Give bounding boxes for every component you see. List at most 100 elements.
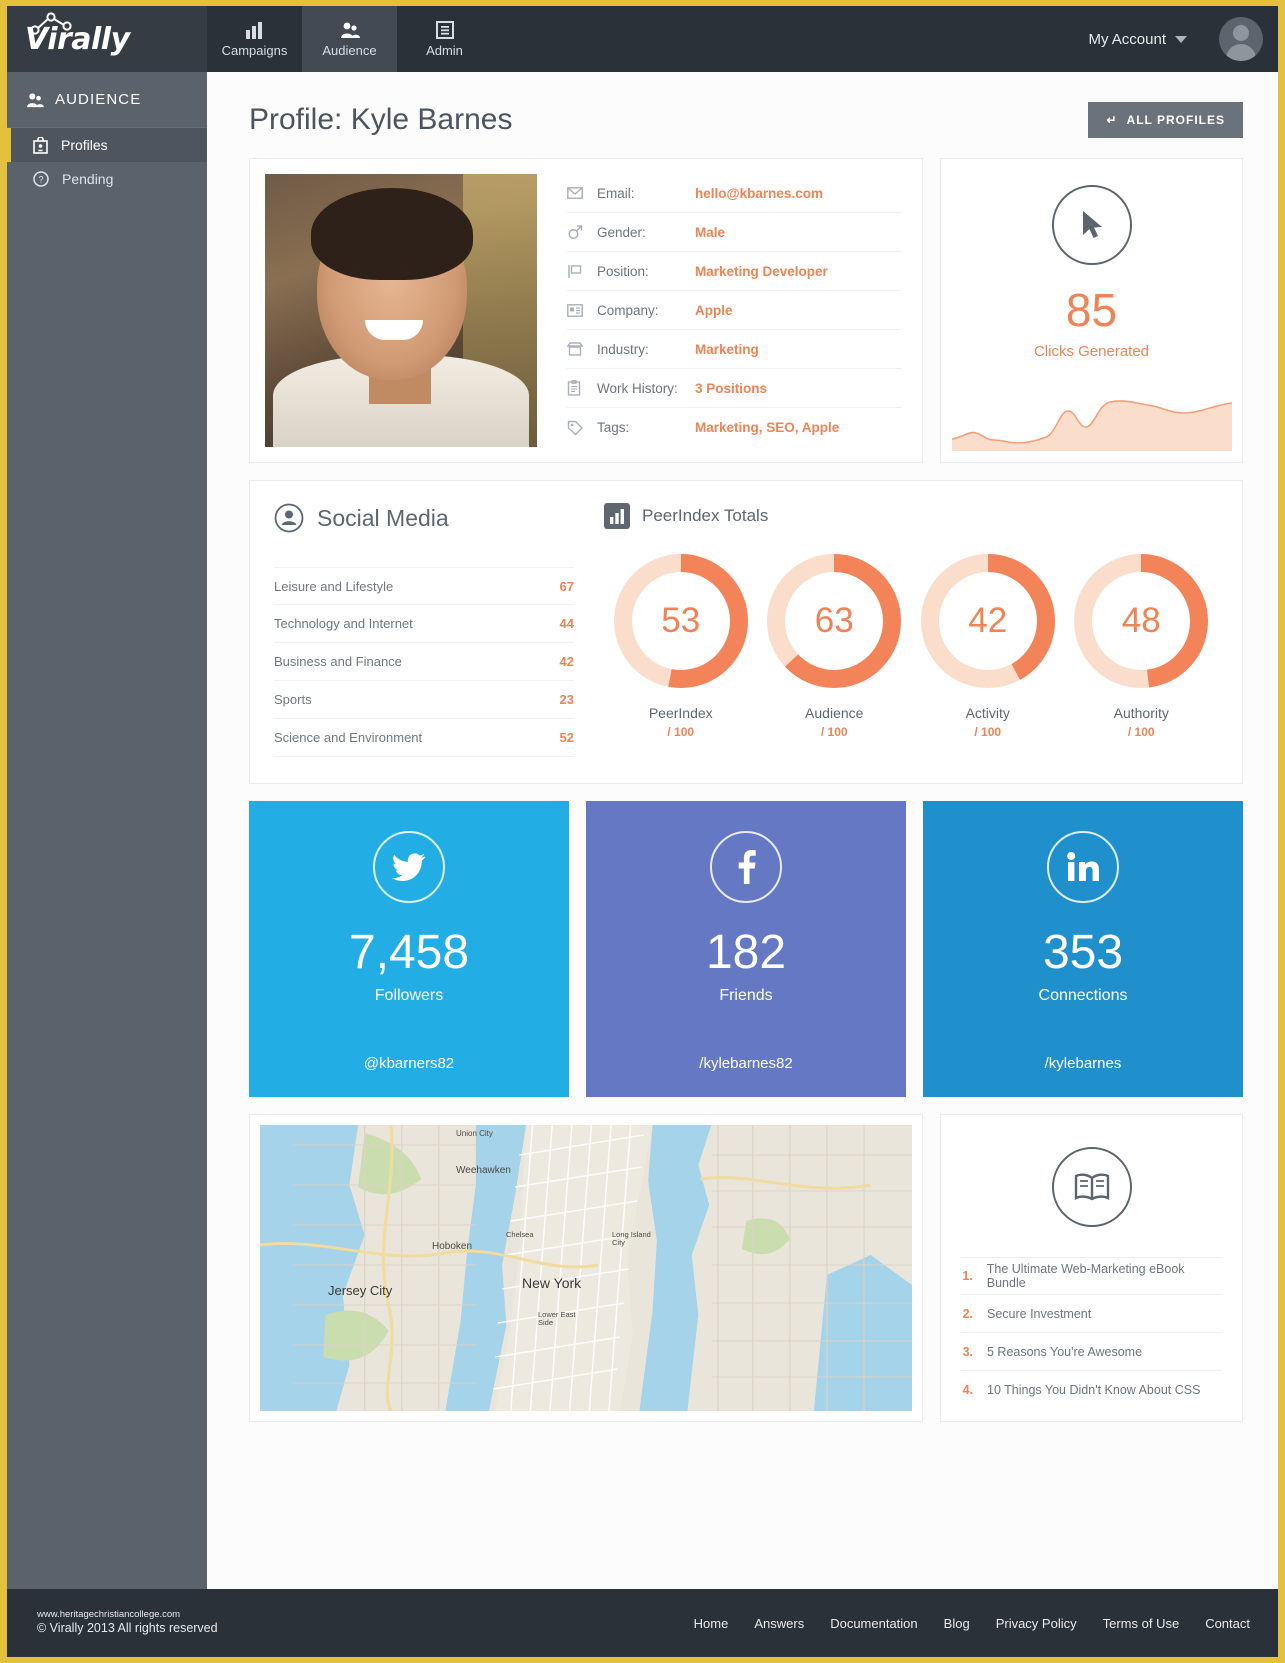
sidebar-item-pending[interactable]: ? Pending xyxy=(7,162,207,196)
donut-denominator: / 100 xyxy=(1127,725,1155,739)
list-item-label: Sports xyxy=(274,692,312,707)
logo[interactable]: Virally xyxy=(7,6,207,72)
peerindex-title: PeerIndex Totals xyxy=(604,503,1218,529)
account-menu[interactable]: My Account xyxy=(1088,6,1203,72)
tile-facebook[interactable]: 182 Friends /kylebarnes82 xyxy=(586,801,906,1097)
detail-row-company: Company: Apple xyxy=(567,291,901,330)
footer-link-documentation[interactable]: Documentation xyxy=(830,1616,917,1631)
list-item[interactable]: Business and Finance 42 xyxy=(274,643,574,681)
footer-link-answers[interactable]: Answers xyxy=(754,1616,804,1631)
peerindex-panel: PeerIndex Totals 53 PeerIndex / 100 63 A… xyxy=(574,503,1218,757)
donut-chart: 42 xyxy=(920,553,1056,689)
map-label: Hoboken xyxy=(432,1241,473,1252)
footer-link-contact[interactable]: Contact xyxy=(1205,1616,1250,1631)
detail-label: Gender: xyxy=(597,224,646,240)
twitter-icon xyxy=(373,831,445,903)
detail-label: Industry: xyxy=(597,341,649,357)
nav-tab-label: Campaigns xyxy=(221,43,288,58)
donut-label: Activity xyxy=(965,705,1010,721)
row-social-tiles: 7,458 Followers @kbarners82 182 Friends … xyxy=(249,801,1243,1097)
nav-tab-label: Admin xyxy=(426,43,463,58)
footer-link-home[interactable]: Home xyxy=(694,1616,729,1631)
list-item[interactable]: 1. The Ultimate Web-Marketing eBook Bund… xyxy=(961,1257,1222,1295)
tile-number: 7,458 xyxy=(348,926,470,979)
sidebar-heading-label: AUDIENCE xyxy=(55,91,142,108)
list-item-label: The Ultimate Web-Marketing eBook Bundle xyxy=(986,1262,1185,1290)
footer-link-blog[interactable]: Blog xyxy=(944,1616,970,1631)
list-item[interactable]: Science and Environment 52 xyxy=(274,719,574,757)
svg-text:?: ? xyxy=(38,175,43,185)
donut-denominator: / 100 xyxy=(667,725,695,739)
detail-value[interactable]: Male xyxy=(695,225,725,240)
facebook-icon xyxy=(710,831,782,903)
detail-label: Tags: xyxy=(597,420,630,435)
donut-label: Authority xyxy=(1113,705,1169,721)
map-label: New York xyxy=(522,1275,582,1291)
footer: www.heritagechristiancollege.com © Viral… xyxy=(7,1589,1278,1657)
list-item[interactable]: 2. Secure Investment xyxy=(961,1295,1222,1333)
profile-card: Email: hello@kbarnes.com Gender: Male Po… xyxy=(249,158,923,463)
top-navigation: Virally Campaigns Audience Admin My Acco… xyxy=(7,6,1278,72)
footer-copyright: www.heritagechristiancollege.com © Viral… xyxy=(37,1609,218,1637)
app-frame: Virally Campaigns Audience Admin My Acco… xyxy=(7,6,1278,1657)
account-label: My Account xyxy=(1088,30,1166,48)
social-media-list: Leisure and Lifestyle 67 Technology and … xyxy=(274,567,574,757)
tile-handle[interactable]: @kbarners82 xyxy=(249,1055,569,1072)
list-item[interactable]: 4. 10 Things You Didn't Know About CSS xyxy=(961,1371,1222,1409)
donut-chart: 63 xyxy=(766,553,902,689)
question-icon: ? xyxy=(33,171,49,187)
detail-value[interactable]: Marketing Developer xyxy=(695,264,828,279)
social-icon xyxy=(274,503,304,533)
donut-authority: 48 Authority / 100 xyxy=(1065,553,1217,739)
list-item[interactable]: Sports 23 xyxy=(274,681,574,719)
list-item[interactable]: 3. 5 Reasons You're Awesome xyxy=(961,1333,1222,1371)
flag-icon xyxy=(567,264,597,279)
detail-value[interactable]: 3 Positions xyxy=(695,381,767,396)
footer-link-terms[interactable]: Terms of Use xyxy=(1103,1616,1180,1631)
id-card-icon xyxy=(567,303,597,317)
list-item-label: Technology and Internet xyxy=(274,616,413,631)
list-item-label: Business and Finance xyxy=(274,654,402,669)
page-header: Profile: Kyle Barnes ↵ ALL PROFILES xyxy=(207,72,1278,138)
detail-value[interactable]: Marketing, SEO, Apple xyxy=(695,420,839,435)
avatar-container[interactable] xyxy=(1203,6,1278,72)
list-icon xyxy=(435,20,454,39)
map-label: Chelsea xyxy=(506,1230,534,1239)
tile-twitter[interactable]: 7,458 Followers @kbarners82 xyxy=(249,801,569,1097)
nav-tab-audience[interactable]: Audience xyxy=(302,6,397,72)
tile-number: 353 xyxy=(1042,926,1124,979)
list-item-number: 3. xyxy=(962,1344,973,1359)
donut-chart: 48 xyxy=(1073,553,1209,689)
list-item-value: 44 xyxy=(559,616,574,631)
peerindex-title-label: PeerIndex Totals xyxy=(642,506,769,525)
list-item-label: Secure Investment xyxy=(987,1306,1092,1321)
all-profiles-button[interactable]: ↵ ALL PROFILES xyxy=(1088,102,1243,138)
tile-handle[interactable]: /kylebarnes xyxy=(923,1055,1243,1072)
sidebar-item-profiles[interactable]: Profiles xyxy=(7,128,207,162)
list-item-value: 52 xyxy=(559,730,574,745)
profile-photo xyxy=(265,174,537,447)
detail-value[interactable]: Apple xyxy=(695,303,733,318)
tile-handle[interactable]: /kylebarnes82 xyxy=(586,1055,906,1072)
list-item-label: 10 Things You Didn't Know About CSS xyxy=(987,1383,1201,1397)
list-item-value: 67 xyxy=(559,578,574,594)
nav-tab-admin[interactable]: Admin xyxy=(397,6,492,72)
sidebar-item-label: Profiles xyxy=(61,137,108,153)
footer-url: www.heritagechristiancollege.com xyxy=(37,1609,181,1621)
male-icon xyxy=(567,224,597,240)
clipboard-icon xyxy=(567,380,597,396)
page-title: Profile: Kyle Barnes xyxy=(249,103,513,136)
tile-label: Friends xyxy=(719,987,773,1004)
list-item[interactable]: Leisure and Lifestyle 67 xyxy=(274,567,574,605)
list-item[interactable]: Technology and Internet 44 xyxy=(274,605,574,643)
footer-link-privacy[interactable]: Privacy Policy xyxy=(996,1616,1077,1631)
tile-linkedin[interactable]: 353 Connections /kylebarnes xyxy=(923,801,1243,1097)
row-social-peerindex: Social Media Leisure and Lifestyle 67 Te… xyxy=(249,480,1243,784)
detail-value[interactable]: hello@kbarnes.com xyxy=(695,186,823,201)
nav-tab-campaigns[interactable]: Campaigns xyxy=(207,6,302,72)
detail-value[interactable]: Marketing xyxy=(695,342,759,357)
profile-icon xyxy=(33,136,48,154)
location-map[interactable]: Union City Weehawken Hoboken Chelsea Lon… xyxy=(260,1125,912,1411)
list-item-label: Leisure and Lifestyle xyxy=(274,578,394,594)
audience-icon xyxy=(27,92,44,107)
